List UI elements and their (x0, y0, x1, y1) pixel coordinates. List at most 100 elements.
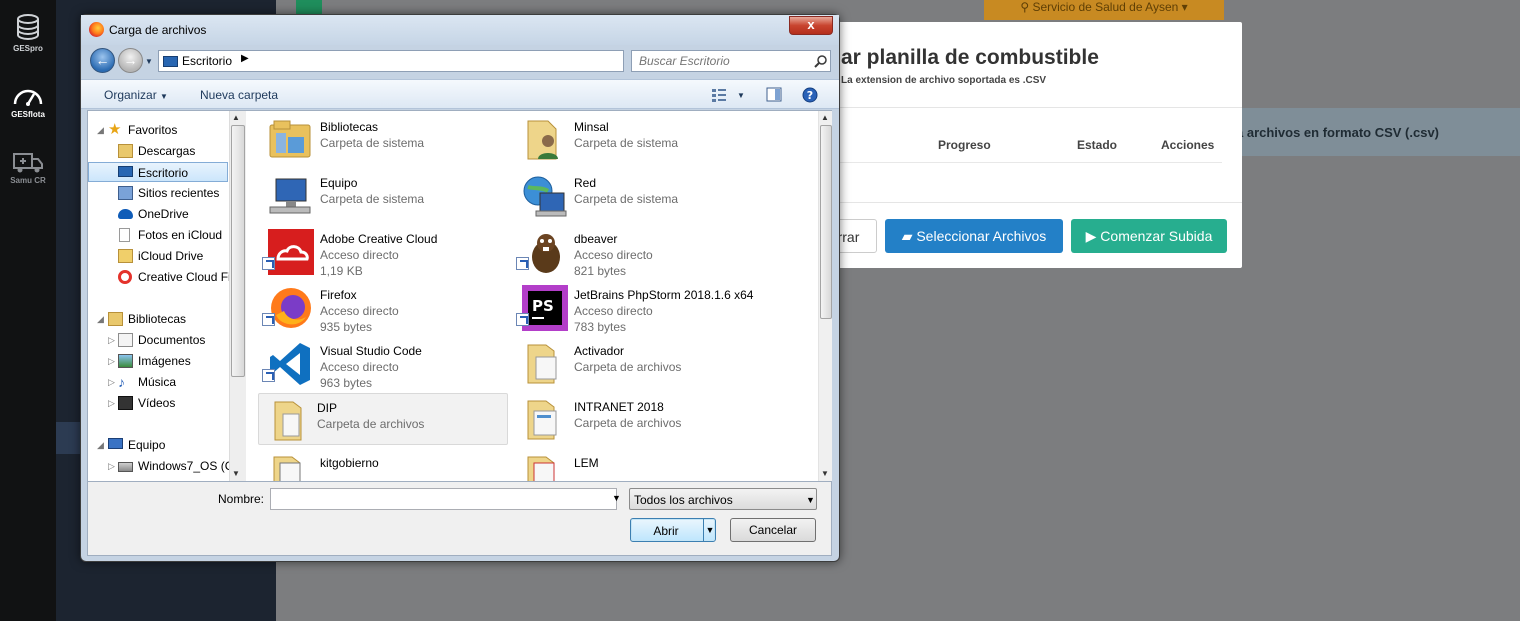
tree-item-videos[interactable]: ▷ Vídeos (88, 393, 228, 413)
libraries-icon (269, 120, 311, 158)
computer-icon (108, 438, 123, 449)
tree-item-imagenes[interactable]: ▷ Imágenes (88, 351, 228, 371)
tree-item-icloud-drive[interactable]: iCloud Drive (88, 246, 228, 266)
tree-item-favoritos[interactable]: ◢ ★ Favoritos (88, 120, 228, 140)
tree-item-label: Descargas (138, 144, 196, 158)
file-list-scrollbar[interactable]: ▲ ▼ (818, 111, 832, 481)
file-item[interactable]: Adobe Creative Cloud Acceso directo 1,19… (262, 225, 512, 278)
search-icon[interactable] (814, 54, 828, 68)
arrow-right-icon: → (123, 52, 138, 68)
open-button[interactable]: Abrir ▼ (630, 518, 716, 542)
select-files-label: Seleccionar Archivos (916, 228, 1047, 244)
tree-item-label: Música (138, 375, 177, 389)
tree-item-escritorio[interactable]: Escritorio (88, 162, 228, 182)
scroll-up-icon[interactable]: ▲ (821, 113, 829, 122)
expand-icon[interactable]: ▷ (108, 456, 115, 476)
tree-scrollbar[interactable]: ▲ ▼ (229, 111, 246, 481)
creative-cloud-icon (118, 270, 132, 284)
organize-button[interactable]: Organizar ▼ (104, 88, 168, 102)
tree-item-bibliotecas[interactable]: ◢ Bibliotecas (88, 309, 228, 329)
file-item[interactable]: Bibliotecas Carpeta de sistema (262, 113, 512, 165)
tree-scroll-thumb[interactable] (231, 125, 245, 377)
cancel-button[interactable]: Cancelar (730, 518, 816, 542)
file-type: Acceso directo (574, 248, 653, 262)
close-button[interactable]: x (789, 16, 833, 35)
file-item[interactable]: kitgobierno (262, 449, 512, 481)
drive-icon (118, 462, 133, 472)
address-bar[interactable]: Escritorio ▶ ▼ ⇄ (158, 50, 697, 72)
scroll-down-icon[interactable]: ▼ (821, 469, 829, 478)
file-item[interactable]: Minsal Carpeta de sistema (516, 113, 766, 165)
file-list: Bibliotecas Carpeta de sistema Minsal Ca… (258, 111, 818, 481)
firefox-icon (89, 22, 104, 37)
search-input[interactable] (632, 51, 808, 71)
divider (820, 107, 1242, 108)
history-dropdown-icon[interactable]: ▼ (145, 57, 153, 66)
file-item[interactable]: LEM (516, 449, 766, 481)
file-size: 783 bytes (574, 320, 627, 334)
file-item[interactable]: INTRANET 2018 Carpeta de archivos (516, 393, 766, 445)
music-icon: ♪ (118, 374, 125, 390)
expand-icon[interactable]: ▷ (108, 372, 115, 392)
expand-icon[interactable]: ▷ (108, 351, 115, 371)
nav-gespro-label: GESpro (13, 44, 43, 53)
recent-icon (118, 186, 133, 200)
service-dropdown[interactable]: ⚲ Servicio de Salud de Aysen ▾ (984, 0, 1224, 20)
dialog-titlebar[interactable]: Carga de archivos x (81, 15, 839, 45)
start-upload-button[interactable]: ▶ Comenzar Subida (1071, 219, 1227, 253)
file-name-dropdown-icon[interactable]: ▼ (612, 493, 621, 503)
view-dropdown-icon[interactable]: ▼ (737, 91, 745, 100)
breadcrumb-arrow-icon[interactable]: ▶ (241, 53, 249, 64)
expand-icon[interactable]: ◢ (97, 309, 104, 329)
folder-icon (527, 456, 555, 481)
scroll-down-icon[interactable]: ▼ (232, 469, 240, 478)
file-scroll-thumb[interactable] (820, 125, 832, 319)
preview-pane-icon[interactable] (766, 87, 782, 102)
speedometer-icon (13, 89, 43, 106)
tree-item-fotos-icloud[interactable]: Fotos en iCloud (88, 225, 228, 245)
tree-item-label: Windows7_OS (C (138, 459, 234, 473)
file-item[interactable]: dbeaver Acceso directo 821 bytes (516, 225, 766, 278)
tree-item-documentos[interactable]: ▷ Documentos (88, 330, 228, 350)
tree-item-windows-drive[interactable]: ▷ Windows7_OS (C (88, 456, 233, 476)
expand-icon[interactable]: ▷ (108, 393, 115, 413)
back-button[interactable]: ← (90, 48, 115, 73)
tree-item-label: Sitios recientes (138, 186, 220, 200)
view-options-icon[interactable] (711, 87, 727, 103)
tree-item-creative-cloud[interactable]: Creative Cloud Fi (88, 267, 231, 287)
nav-gespro[interactable]: GESpro (0, 12, 56, 53)
expand-icon[interactable]: ▷ (108, 330, 115, 350)
svg-text:PS: PS (532, 297, 554, 315)
shortcut-arrow-icon (516, 257, 529, 270)
expand-icon[interactable]: ◢ (97, 435, 104, 455)
tree-item-musica[interactable]: ▷ ♪ Música (88, 372, 228, 392)
scroll-up-icon[interactable]: ▲ (232, 113, 240, 122)
forward-button[interactable]: → (118, 48, 143, 73)
user-folder-icon (527, 120, 558, 160)
tree-item-onedrive[interactable]: OneDrive (88, 204, 228, 224)
open-dropdown-icon[interactable]: ▼ (703, 519, 716, 541)
nav-samu[interactable]: Samu CR (0, 150, 56, 185)
file-item[interactable]: Red Carpeta de sistema (516, 169, 766, 221)
column-actions: Acciones (1161, 138, 1215, 152)
select-files-button[interactable]: ▰ Seleccionar Archivos (885, 219, 1063, 253)
tree-item-sitios-recientes[interactable]: Sitios recientes (88, 183, 228, 203)
file-name-input[interactable] (270, 488, 617, 510)
tree-item-equipo[interactable]: ◢ Equipo (88, 435, 228, 455)
search-box[interactable] (631, 50, 831, 72)
menu-highlight (56, 422, 80, 454)
expand-icon[interactable]: ◢ (97, 120, 104, 140)
file-item[interactable]: Equipo Carpeta de sistema (262, 169, 512, 221)
file-item[interactable]: Firefox Acceso directo 935 bytes (262, 281, 512, 334)
file-type-filter[interactable]: Todos los archivos ▼ (629, 488, 817, 510)
tree-item-label: OneDrive (138, 207, 189, 221)
file-item[interactable]: Visual Studio Code Acceso directo 963 by… (262, 337, 512, 390)
file-size: 1,19 KB (320, 264, 363, 278)
nav-gesflota[interactable]: GESflota (0, 84, 56, 119)
file-item[interactable]: PS JetBrains PhpStorm 2018.1.6 x64 Acces… (516, 281, 766, 334)
help-icon[interactable]: ? (802, 87, 818, 103)
new-folder-button[interactable]: Nueva carpeta (200, 88, 278, 102)
tree-item-descargas[interactable]: Descargas (88, 141, 228, 161)
file-item-selected[interactable]: DIP Carpeta de archivos (258, 393, 508, 445)
file-item[interactable]: Activador Carpeta de archivos (516, 337, 766, 389)
